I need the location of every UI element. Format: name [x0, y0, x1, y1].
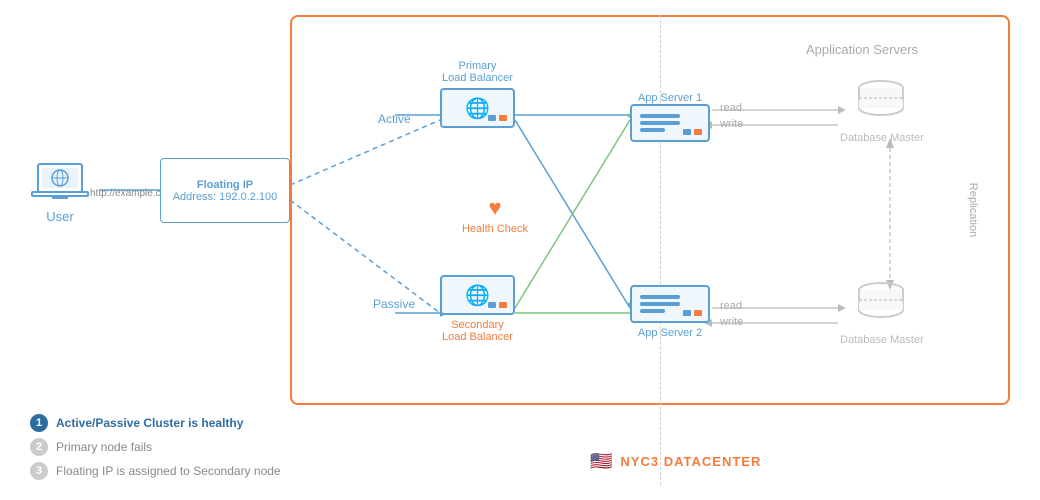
write-label-2: write	[720, 316, 743, 328]
user-section: User	[30, 160, 90, 224]
server-lines-2	[640, 295, 680, 313]
legend-text-2: Primary node fails	[56, 440, 152, 454]
us-flag-icon: 🇺🇸	[590, 451, 612, 472]
legend-item-1: 1 Active/Passive Cluster is healthy	[30, 414, 281, 432]
datacenter-box: Application Servers Replication	[290, 15, 1010, 405]
user-label: User	[46, 209, 73, 224]
db-master-2-label: Database Master	[840, 334, 924, 346]
primary-lb-device: 🌐	[440, 88, 515, 128]
passive-label: Passive	[373, 297, 415, 311]
health-check-label: Health Check	[462, 223, 528, 235]
db-master-2-icon	[854, 280, 909, 330]
nyc3-label: NYC3 DATACENTER	[620, 454, 761, 469]
laptop-icon	[30, 160, 90, 205]
server2-indicators	[683, 310, 702, 316]
write-label-1: write	[720, 118, 743, 130]
legend-item-3: 3 Floating IP is assigned to Secondary n…	[30, 462, 281, 480]
replication-label: Replication	[967, 183, 979, 237]
app-server-2: App Server 2	[630, 285, 710, 339]
server-lines	[640, 114, 680, 132]
section-divider	[660, 15, 661, 485]
legend-badge-3: 3	[30, 462, 48, 480]
legend-badge-2: 2	[30, 438, 48, 456]
legend-text-3: Floating IP is assigned to Secondary nod…	[56, 464, 281, 478]
secondary-lb-label: Secondary Load Balancer	[442, 319, 513, 343]
secondary-lb: 🌐 Secondary Load Balancer	[440, 275, 515, 343]
floating-ip-title: Floating IP	[197, 179, 253, 191]
health-check: ♥ Health Check	[462, 195, 528, 235]
app-server-2-device	[630, 285, 710, 323]
primary-lb-label: Primary Load Balancer	[442, 60, 513, 84]
heart-icon: ♥	[488, 195, 501, 221]
floating-ip-address: Address: 192.0.2.100	[173, 191, 278, 203]
legend: 1 Active/Passive Cluster is healthy 2 Pr…	[30, 414, 281, 480]
secondary-lb-device: 🌐	[440, 275, 515, 315]
app-server-1-device	[630, 104, 710, 142]
nyc3-datacenter: 🇺🇸 NYC3 DATACENTER	[590, 451, 761, 472]
app-server-1: App Server 1	[630, 88, 710, 142]
app-server-1-label: App Server 1	[638, 92, 702, 104]
read-label-2: read	[720, 300, 742, 312]
legend-badge-1: 1	[30, 414, 48, 432]
server1-indicators	[683, 129, 702, 135]
legend-item-2: 2 Primary node fails	[30, 438, 281, 456]
db-master-2: Database Master	[840, 280, 924, 346]
globe-icon-2: 🌐	[465, 283, 490, 308]
app-server-2-label: App Server 2	[638, 327, 702, 339]
db-master-1-label: Database Master	[840, 132, 924, 144]
db-master-1-icon	[854, 78, 909, 128]
active-label: Active	[378, 112, 411, 126]
floating-ip-box: Floating IP Address: 192.0.2.100	[160, 158, 290, 223]
read-label-1: read	[720, 102, 742, 114]
lb-indicators	[488, 115, 507, 121]
primary-lb: Primary Load Balancer 🌐	[440, 60, 515, 128]
legend-text-1: Active/Passive Cluster is healthy	[56, 416, 243, 430]
globe-icon: 🌐	[465, 96, 490, 121]
lb2-indicators	[488, 302, 507, 308]
app-servers-label: Application Servers	[806, 42, 918, 57]
db-master-1: Database Master	[840, 78, 924, 144]
